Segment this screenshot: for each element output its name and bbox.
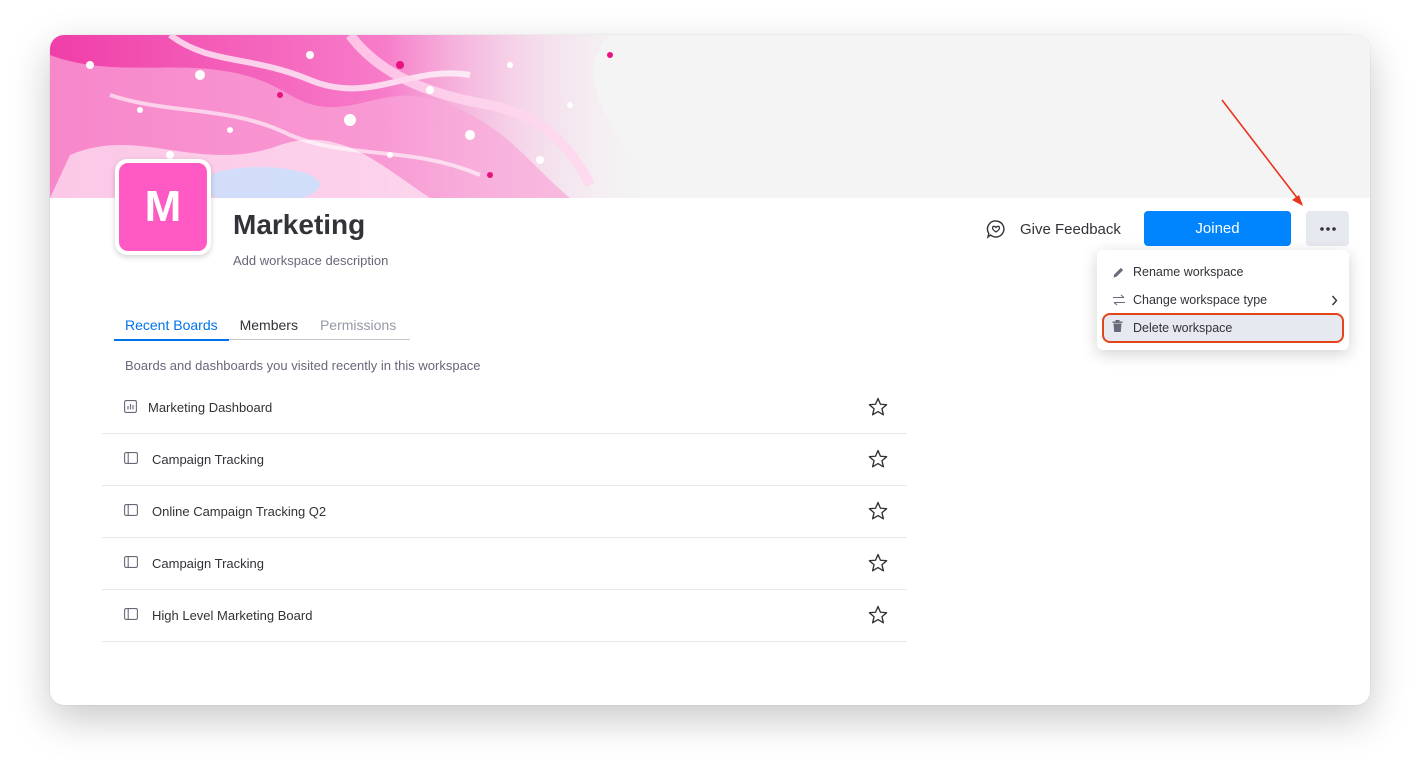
give-feedback-label: Give Feedback: [1020, 220, 1121, 238]
menu-item-rename-workspace[interactable]: Rename workspace: [1102, 259, 1344, 285]
star-icon[interactable]: [867, 500, 889, 522]
tab-recent-boards[interactable]: Recent Boards: [114, 315, 229, 341]
chevron-right-icon: [1331, 295, 1338, 306]
tab-permissions[interactable]: Permissions: [309, 315, 407, 339]
workspace-description[interactable]: Add workspace description: [233, 253, 388, 268]
workspace-logo-initial: M: [119, 163, 207, 251]
board-row[interactable]: Online Campaign Tracking Q2: [102, 486, 907, 538]
more-horizontal-icon: [1319, 226, 1336, 231]
banner-art: [50, 35, 1370, 198]
workspace-options-menu: Rename workspace Change workspace type D…: [1097, 250, 1349, 350]
board-row[interactable]: Campaign Tracking: [102, 538, 907, 590]
workspace-more-button[interactable]: [1306, 211, 1349, 246]
switch-arrows-icon: [1113, 294, 1125, 306]
give-feedback-button[interactable]: Give Feedback: [986, 216, 1121, 242]
workspace-logo[interactable]: M: [115, 159, 211, 255]
star-icon[interactable]: [867, 396, 889, 418]
board-name: Online Campaign Tracking Q2: [152, 504, 327, 519]
board-icon: [124, 608, 138, 620]
pencil-icon: [1113, 267, 1124, 278]
star-icon[interactable]: [867, 604, 889, 626]
dashboard-icon: [124, 400, 137, 413]
menu-item-label: Rename workspace: [1133, 265, 1244, 279]
workspace-window: M Marketing Add workspace description Gi…: [50, 35, 1370, 705]
menu-item-change-workspace-type[interactable]: Change workspace type: [1102, 287, 1344, 313]
board-row[interactable]: High Level Marketing Board: [102, 590, 907, 642]
menu-item-label: Delete workspace: [1133, 321, 1233, 335]
star-icon[interactable]: [867, 448, 889, 470]
workspace-tabs: Recent Boards Members Permissions: [114, 315, 410, 341]
workspace-banner: [50, 35, 1370, 198]
joined-button[interactable]: Joined: [1144, 211, 1291, 246]
board-row[interactable]: Campaign Tracking: [102, 434, 907, 486]
board-row[interactable]: Marketing Dashboard: [102, 382, 907, 434]
workspace-title[interactable]: Marketing: [233, 209, 365, 241]
star-icon[interactable]: [867, 552, 889, 574]
menu-item-label: Change workspace type: [1133, 293, 1268, 307]
board-name: Campaign Tracking: [152, 452, 264, 467]
board-icon: [124, 504, 138, 516]
board-name: High Level Marketing Board: [152, 608, 313, 623]
board-name: Marketing Dashboard: [148, 400, 273, 415]
board-icon: [124, 452, 138, 464]
recent-boards-caption: Boards and dashboards you visited recent…: [125, 358, 481, 373]
heart-chat-icon: [986, 220, 1005, 239]
trash-icon: [1112, 320, 1123, 332]
recent-boards-list: Marketing Dashboard Campaign Tracking On…: [102, 382, 907, 642]
board-name: Campaign Tracking: [152, 556, 264, 571]
tab-members[interactable]: Members: [229, 315, 309, 339]
board-icon: [124, 556, 138, 568]
menu-item-delete-workspace[interactable]: Delete workspace: [1102, 313, 1344, 343]
